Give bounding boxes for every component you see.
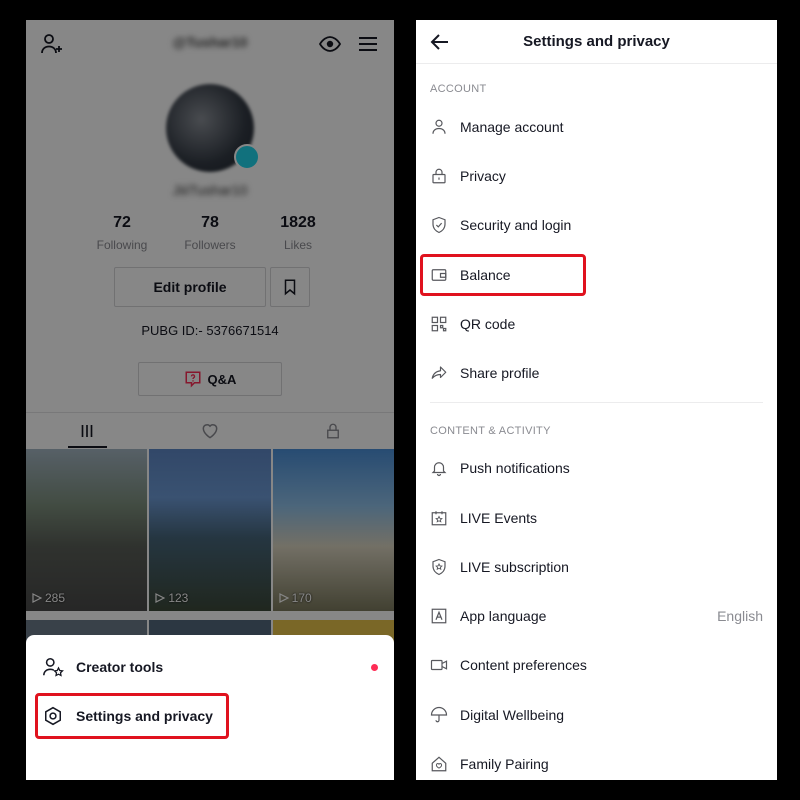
item-label: Family Pairing bbox=[460, 756, 549, 772]
section-content-title: CONTENT & ACTIVITY bbox=[430, 425, 551, 437]
back-arrow-icon[interactable] bbox=[428, 30, 452, 54]
subscription-badge-icon bbox=[432, 558, 446, 576]
item-label: LIVE Events bbox=[460, 510, 538, 526]
settings-item-content-preferences[interactable]: Content preferences bbox=[416, 645, 777, 685]
settings-item-qr-code[interactable]: QR code bbox=[416, 304, 777, 344]
umbrella-icon bbox=[430, 706, 448, 723]
creator-tools-item[interactable]: Creator tools bbox=[26, 644, 394, 690]
settings-item-push-notifications[interactable]: Push notifications bbox=[416, 448, 777, 488]
highlight-box bbox=[420, 254, 586, 296]
section-divider bbox=[430, 402, 763, 403]
creator-tools-label: Creator tools bbox=[76, 659, 164, 675]
person-icon bbox=[432, 119, 446, 134]
item-label: App language bbox=[460, 608, 547, 624]
language-value: English bbox=[717, 608, 763, 624]
shield-icon bbox=[432, 216, 446, 234]
settings-item-manage-account[interactable]: Manage account bbox=[416, 107, 777, 147]
item-label: Content preferences bbox=[460, 657, 587, 673]
settings-item-live-events[interactable]: LIVE Events bbox=[416, 498, 777, 538]
lock-icon bbox=[432, 168, 446, 184]
item-label: LIVE subscription bbox=[460, 559, 569, 575]
bottom-sheet-menu: Creator tools Settings and privacy bbox=[26, 635, 394, 780]
settings-item-family-pairing[interactable]: Family Pairing bbox=[416, 744, 777, 780]
notification-dot bbox=[371, 663, 378, 671]
share-icon bbox=[431, 366, 447, 379]
item-label: Push notifications bbox=[460, 460, 570, 476]
family-home-icon bbox=[431, 756, 447, 772]
bell-icon bbox=[431, 462, 447, 477]
settings-screen: Settings and privacy ACCOUNT Manage acco… bbox=[416, 20, 777, 780]
creator-tools-icon bbox=[43, 657, 64, 677]
settings-item-app-language[interactable]: App language English bbox=[416, 596, 777, 636]
video-camera-icon bbox=[430, 659, 448, 671]
language-icon bbox=[431, 608, 447, 624]
settings-item-share-profile[interactable]: Share profile bbox=[416, 353, 777, 393]
settings-item-privacy[interactable]: Privacy bbox=[416, 156, 777, 196]
item-label: QR code bbox=[460, 316, 516, 332]
qr-code-icon bbox=[431, 316, 447, 332]
item-label: Privacy bbox=[460, 168, 506, 184]
settings-item-live-subscription[interactable]: LIVE subscription bbox=[416, 547, 777, 587]
item-label: Security and login bbox=[460, 217, 572, 233]
item-label: Share profile bbox=[460, 365, 540, 381]
page-title: Settings and privacy bbox=[523, 33, 670, 50]
profile-screen: @Tushar10 JiiiTushar10 72 Following 78 F… bbox=[26, 20, 394, 780]
calendar-icon bbox=[431, 511, 447, 526]
highlight-box bbox=[35, 693, 229, 739]
item-label: Digital Wellbeing bbox=[460, 707, 565, 723]
settings-item-digital-wellbeing[interactable]: Digital Wellbeing bbox=[416, 695, 777, 735]
settings-item-security[interactable]: Security and login bbox=[416, 205, 777, 245]
item-label: Manage account bbox=[460, 119, 564, 135]
settings-header: Settings and privacy bbox=[416, 20, 777, 64]
section-account-title: ACCOUNT bbox=[430, 83, 487, 95]
